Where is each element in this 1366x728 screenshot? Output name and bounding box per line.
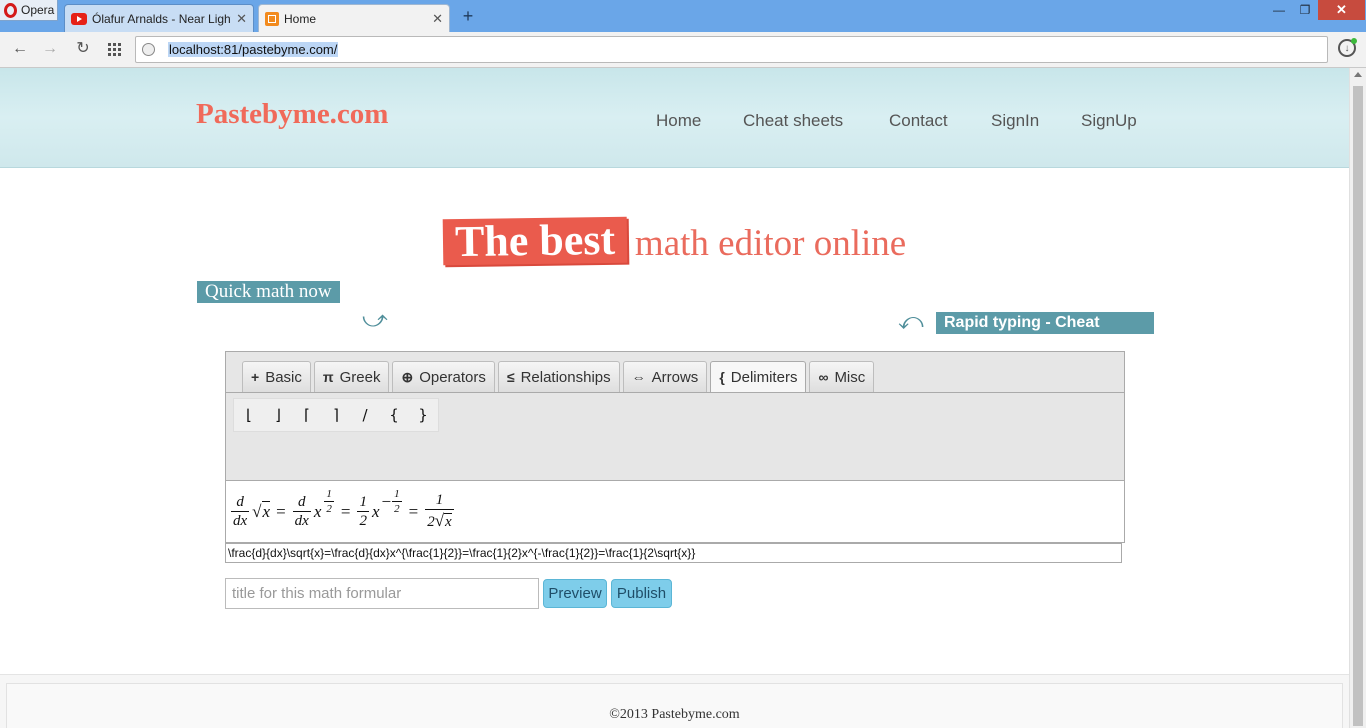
page-scrollbar[interactable]	[1349, 68, 1366, 728]
editor-tabs: + Basic π Greek ⊕ Operators ≤ Relationships …	[242, 361, 875, 392]
exponent: −1 2	[381, 487, 402, 515]
fraction-one-half: 12	[357, 493, 369, 529]
tab-label: Delimiters	[730, 368, 798, 386]
tab-basic[interactable]: + Basic	[242, 361, 311, 392]
symbol-palette: ⌊ ⌋ ⌈ ⌉ / { }	[233, 398, 439, 432]
restore-button[interactable]: ❐	[1292, 0, 1318, 20]
slash-symbol-button[interactable]: /	[360, 406, 370, 424]
double-arrow-icon: ⇔	[631, 369, 646, 385]
math-editor: + Basic π Greek ⊕ Operators ≤ Relationships …	[225, 351, 1125, 543]
new-tab-button[interactable]: +	[458, 6, 478, 27]
tab-title: Home	[284, 11, 317, 26]
tab-operators[interactable]: ⊕ Operators	[392, 361, 495, 392]
lbrace-symbol-button[interactable]: {	[389, 406, 399, 424]
variable-x: x	[313, 501, 322, 521]
fraction-d-dx: d dx	[231, 493, 250, 529]
equals-sign: =	[340, 501, 351, 521]
nav-cheat-sheets[interactable]: Cheat sheets	[743, 111, 843, 131]
opera-menu-label: Opera	[21, 3, 55, 17]
hero-heading: The best math editor online	[0, 215, 1349, 266]
close-window-button[interactable]: ✕	[1318, 0, 1365, 20]
browser-toolbar: ← → ↻ localhost:81/pastebyme.com/ ↓	[0, 32, 1366, 68]
preview-button[interactable]: Preview	[543, 579, 607, 608]
tab-relationships[interactable]: ≤ Relationships	[497, 361, 620, 392]
tab-delimiters[interactable]: { Delimiters	[710, 361, 807, 392]
rfloor-symbol-button[interactable]: ⌋	[273, 406, 283, 424]
fraction-one-over-2sqrtx: 1 2√x	[425, 492, 454, 530]
tab-label: Misc	[834, 368, 866, 386]
copyright-text: ©2013 Pastebyme.com	[609, 707, 740, 722]
site-footer: ©2013 Pastebyme.com	[0, 674, 1349, 728]
equals-sign: =	[276, 501, 286, 521]
page-viewport: Pastebyme.com Home Cheat sheets Contact …	[0, 68, 1366, 728]
site-header: Pastebyme.com Home Cheat sheets Contact …	[0, 68, 1349, 168]
tab-label: Relationships	[520, 368, 611, 386]
latex-source-input[interactable]: \frac{d}{dx}\sqrt{x}=\frac{d}{dx}x^{\fra…	[225, 543, 1122, 563]
opera-menu-button[interactable]: Opera	[0, 0, 58, 21]
tab-label: Greek	[339, 368, 381, 386]
fraction-d-dx: d dx	[292, 493, 311, 529]
formula-preview: d dx √x = d dx x 12 = 12 x −1 2 = 1 2√x	[226, 480, 1124, 542]
formula-title-input[interactable]: title for this math formular	[225, 578, 539, 609]
rbrace-symbol-button[interactable]: }	[418, 406, 428, 424]
rceil-symbol-button[interactable]: ⌉	[331, 406, 341, 424]
youtube-icon	[71, 12, 87, 25]
tab-label: Arrows	[651, 368, 699, 386]
nav-home[interactable]: Home	[656, 111, 701, 131]
tab-title: Ólafur Arnalds - Near Light	[92, 11, 232, 26]
lfloor-symbol-button[interactable]: ⌊	[244, 406, 254, 424]
exponent: 12	[324, 487, 334, 515]
tab-misc[interactable]: ∞ Misc	[809, 361, 875, 392]
brace-icon: {	[719, 369, 725, 385]
pi-icon: π	[322, 369, 334, 385]
tab-label: Operators	[419, 368, 486, 386]
sqrt-x: √x	[252, 500, 271, 521]
back-arrow-icon[interactable]: ←	[9, 39, 31, 59]
site-info-icon[interactable]	[142, 43, 155, 56]
curved-arrow-down-icon: ⤻	[362, 306, 388, 333]
opera-logo-icon	[4, 2, 17, 18]
rendered-formula: d dx √x = d dx x 12 = 12 x −1 2 = 1 2√x	[230, 488, 455, 530]
less-equal-icon: ≤	[506, 369, 515, 385]
quick-math-label: Quick math now	[197, 281, 340, 303]
nav-signin[interactable]: SignIn	[991, 111, 1039, 131]
download-icon[interactable]: ↓	[1338, 38, 1357, 57]
variable-x: x	[371, 501, 380, 521]
close-tab-icon[interactable]: ✕	[236, 11, 247, 27]
browser-tab-home[interactable]: Home ✕	[258, 4, 450, 32]
address-bar[interactable]: localhost:81/pastebyme.com/	[135, 36, 1328, 63]
delimiters-panel: ⌊ ⌋ ⌈ ⌉ / { }	[226, 392, 1124, 480]
hero-text: math editor online	[634, 223, 907, 264]
hero-badge: The best	[442, 215, 628, 266]
nav-contact[interactable]: Contact	[889, 111, 948, 131]
browser-tab-youtube[interactable]: Ólafur Arnalds - Near Light ✕	[64, 4, 254, 32]
forward-arrow-icon[interactable]: →	[39, 39, 61, 59]
tab-arrows[interactable]: ⇔ Arrows	[622, 361, 708, 392]
close-tab-icon[interactable]: ✕	[432, 11, 443, 27]
lceil-symbol-button[interactable]: ⌈	[302, 406, 312, 424]
minimize-button[interactable]: —	[1266, 0, 1292, 20]
address-bar-url[interactable]: localhost:81/pastebyme.com/	[168, 42, 339, 57]
nav-signup[interactable]: SignUp	[1081, 111, 1137, 131]
tab-greek[interactable]: π Greek	[313, 361, 390, 392]
speed-dial-grid-icon[interactable]	[108, 43, 121, 56]
site-logo[interactable]: Pastebyme.com	[196, 98, 388, 131]
infinity-icon: ∞	[818, 369, 829, 385]
plus-icon: +	[251, 369, 260, 385]
circled-plus-icon: ⊕	[401, 368, 414, 385]
scrollbar-thumb[interactable]	[1353, 86, 1363, 726]
reload-icon[interactable]: ↻	[72, 39, 94, 59]
rapid-typing-label[interactable]: Rapid typing - Cheat	[936, 312, 1154, 334]
curved-arrow-left-icon: ⤺	[898, 308, 924, 335]
equals-sign: =	[408, 501, 419, 521]
tab-label: Basic	[265, 368, 302, 386]
home-favicon-icon	[265, 11, 279, 26]
publish-button[interactable]: Publish	[611, 579, 672, 608]
scroll-up-arrow-icon[interactable]	[1354, 72, 1362, 77]
browser-tabstrip: Opera Ólafur Arnalds - Near Light ✕ Home…	[0, 0, 1366, 32]
